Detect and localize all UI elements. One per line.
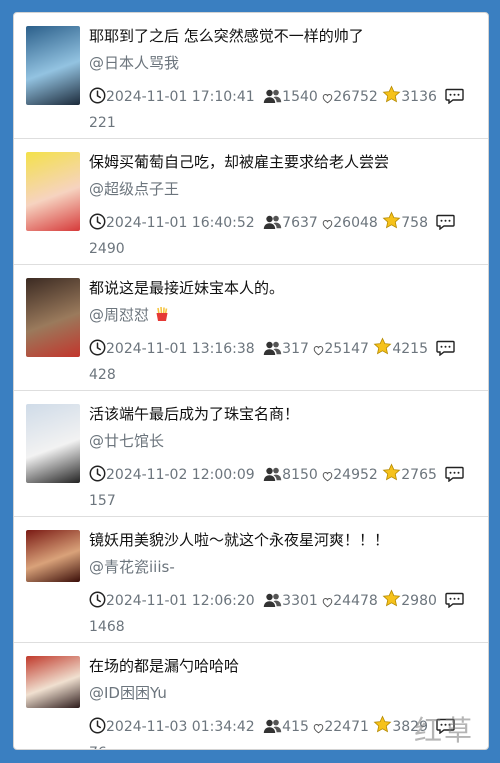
publish-time: 2024-11-01 12:06:20 [106,593,255,609]
video-list: 耶耶到了之后 怎么突然感觉不一样的帅了 @日本人骂我 2024-11-01 17… [13,12,489,750]
comment-icon [445,592,465,616]
star-icon [373,715,392,742]
clock-icon [89,465,106,490]
video-title[interactable]: 镜妖用美貌沙人啦～就这个永夜星河爽！！！ [89,529,478,550]
comment-count: 157 [89,493,116,509]
video-title[interactable]: 保姆买葡萄自己吃，却被雇主要求给老人尝尝 [89,151,478,172]
star-icon [373,337,392,364]
users-icon [263,88,282,112]
video-list-item[interactable]: 都说这是最接近妹宝本人的。 @周怼怼 2024-11-01 13:16:38 3… [14,265,488,391]
comment-icon [436,214,456,238]
video-title[interactable]: 在场的都是漏勺哈哈哈 [89,655,478,676]
video-stats: 2024-11-02 12:00:09 8150 24952 2765 157 [89,463,470,513]
comment-count: 1468 [89,619,125,635]
video-stats: 2024-11-03 01:34:42 415 22471 3829 76 [89,715,470,749]
like-count: 26752 [333,89,378,105]
video-thumbnail[interactable] [26,26,80,105]
video-title[interactable]: 都说这是最接近妹宝本人的。 [89,277,478,298]
publish-time: 2024-11-03 01:34:42 [106,719,255,735]
clock-icon [89,717,106,742]
video-stats: 2024-11-01 12:06:20 3301 24478 2980 1468 [89,589,470,639]
video-title[interactable]: 活该端午最后成为了珠宝名商！ [89,403,478,424]
video-thumbnail[interactable] [26,530,80,582]
video-stats: 2024-11-01 16:40:52 7637 26048 758 2490 [89,211,470,261]
author-handle[interactable]: @ID困困Yu [89,682,167,703]
star-icon [382,211,401,238]
clock-icon [89,87,106,112]
comment-count: 2490 [89,241,125,257]
video-stats: 2024-11-01 13:16:38 317 25147 4215 428 [89,337,470,387]
view-count: 317 [282,341,309,357]
video-list-item[interactable]: 耶耶到了之后 怎么突然感觉不一样的帅了 @日本人骂我 2024-11-01 17… [14,13,488,139]
like-count: 24952 [333,467,378,483]
users-icon [263,466,282,490]
like-count: 22471 [324,719,369,735]
author-name[interactable]: @超级点子王 [89,180,179,198]
comment-icon [445,88,465,112]
publish-time: 2024-11-01 13:16:38 [106,341,255,357]
users-icon [263,340,282,364]
like-count: 25147 [324,341,369,357]
author-name[interactable]: @廿七馆长 [89,432,164,450]
author-name[interactable]: @日本人骂我 [89,54,179,72]
star-icon [382,589,401,616]
star-count: 2980 [401,593,437,609]
watermark: 红草 [414,714,475,747]
comment-icon [436,340,456,364]
star-count: 4215 [392,341,428,357]
video-list-item[interactable]: 镜妖用美貌沙人啦～就这个永夜星河爽！！！ @青花瓷iiis- 2024-11-0… [14,517,488,643]
users-icon [263,718,282,742]
like-count: 26048 [333,215,378,231]
star-count: 3136 [401,89,437,105]
video-title[interactable]: 耶耶到了之后 怎么突然感觉不一样的帅了 [89,25,478,46]
clock-icon [89,339,106,364]
author-handle[interactable]: @廿七馆长 [89,430,164,451]
star-count: 2765 [401,467,437,483]
heart-icon [313,719,324,742]
author-handle[interactable]: @青花瓷iiis- [89,556,175,577]
publish-time: 2024-11-01 16:40:52 [106,215,255,231]
video-thumbnail[interactable] [26,404,80,483]
users-icon [263,214,282,238]
heart-icon [322,89,333,112]
heart-icon [322,593,333,616]
heart-icon [322,467,333,490]
view-count: 415 [282,719,309,735]
comment-count: 221 [89,115,116,131]
video-thumbnail[interactable] [26,278,80,357]
author-handle[interactable]: @日本人骂我 [89,52,179,73]
view-count: 3301 [282,593,318,609]
video-stats: 2024-11-01 17:10:41 1540 26752 3136 221 [89,85,470,135]
author-handle[interactable]: @超级点子王 [89,178,179,199]
fries-emoji-icon [156,306,168,321]
users-icon [263,592,282,616]
star-icon [382,85,401,112]
publish-time: 2024-11-01 17:10:41 [106,89,255,105]
view-count: 7637 [282,215,318,231]
video-list-item[interactable]: 保姆买葡萄自己吃，却被雇主要求给老人尝尝 @超级点子王 2024-11-01 1… [14,139,488,265]
view-count: 1540 [282,89,318,105]
video-thumbnail[interactable] [26,656,80,708]
heart-icon [322,215,333,238]
clock-icon [89,213,106,238]
view-count: 8150 [282,467,318,483]
comment-icon [445,466,465,490]
comment-count: 428 [89,367,116,383]
star-icon [382,463,401,490]
author-name[interactable]: @周怼怼 [89,306,149,324]
video-thumbnail[interactable] [26,152,80,231]
video-list-item[interactable]: 活该端午最后成为了珠宝名商！ @廿七馆长 2024-11-02 12:00:09… [14,391,488,517]
heart-icon [313,341,324,364]
author-name[interactable]: @ID困困Yu [89,684,167,702]
star-count: 758 [401,215,428,231]
publish-time: 2024-11-02 12:00:09 [106,467,255,483]
comment-count: 76 [89,745,107,749]
author-handle[interactable]: @周怼怼 [89,304,170,325]
like-count: 24478 [333,593,378,609]
author-name[interactable]: @青花瓷iiis- [89,558,175,576]
clock-icon [89,591,106,616]
